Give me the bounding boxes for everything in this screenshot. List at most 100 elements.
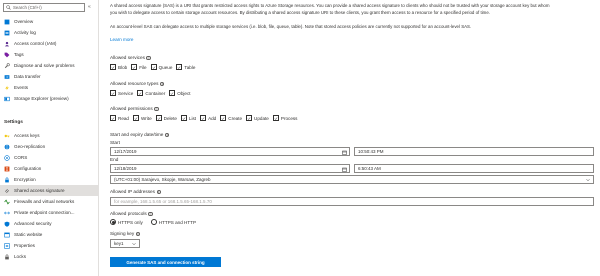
end-date-value: 12/18/2019 (114, 166, 137, 171)
timezone-value: (UTC+01:00) Sarajevo, Skopje, Warsaw, Za… (114, 177, 211, 182)
sidebar-item-cors[interactable]: CORS (0, 152, 98, 163)
checkbox-write[interactable]: Write (132, 115, 152, 121)
allowed-permissions-label: Allowed permissions i (110, 106, 159, 112)
sidebar-item-diagnose[interactable]: Diagnose and solve problems (0, 60, 98, 71)
checkbox-label: Update (254, 115, 269, 121)
sidebar-item-tags[interactable]: Tags (0, 49, 98, 60)
collapse-sidebar-button[interactable]: « (88, 4, 91, 11)
sidebar-item-advanced-security[interactable]: Advanced security (0, 218, 98, 229)
sidebar-item-properties[interactable]: Properties (0, 240, 98, 251)
sidebar-item-geo-replication[interactable]: Geo-replication (0, 141, 98, 152)
checkmark-icon (138, 91, 142, 95)
intro-line-2: you wish to delegate access to certain s… (110, 10, 490, 15)
checkbox-create[interactable]: Create (220, 115, 242, 121)
checkbox-delete[interactable]: Delete (155, 115, 177, 121)
checkbox-label: Process (280, 115, 298, 121)
sidebar-item-access-keys[interactable]: Access keys (0, 130, 98, 141)
checkbox-container[interactable]: Container (137, 90, 165, 96)
sidebar-item-events[interactable]: Events (0, 82, 98, 93)
info-icon[interactable]: i (159, 81, 165, 87)
chevron-down-icon (586, 179, 590, 182)
sidebar-item-access-control[interactable]: Access control (IAM) (0, 38, 98, 49)
data-transfer-icon (4, 74, 10, 79)
info-icon[interactable]: i (146, 55, 151, 61)
sidebar-item-label: Diagnose and solve problems (14, 63, 75, 68)
learn-more-link[interactable]: Learn more (110, 37, 134, 43)
checkbox-label: Blob (118, 64, 128, 70)
sidebar-item-private-endpoint[interactable]: Private endpoint connection... (0, 207, 98, 218)
sidebar-item-encryption[interactable]: Encryption (0, 174, 98, 185)
checkbox-service[interactable]: Service (110, 90, 133, 96)
search-icon (6, 5, 11, 10)
configuration-icon (4, 166, 10, 171)
sidebar-item-label: Encryption (14, 177, 36, 182)
checkmark-icon (111, 91, 115, 95)
sidebar-item-overview[interactable]: Overview (0, 16, 98, 27)
cors-icon (4, 154, 10, 161)
calendar-icon[interactable] (342, 167, 347, 172)
allowed-ip-input[interactable]: for example, 168.1.5.65 or 168.1.5.65-16… (110, 197, 594, 206)
info-icon[interactable]: i (135, 231, 141, 237)
signing-key-label: Signing key i (110, 231, 141, 237)
checkbox-table[interactable]: Table (176, 64, 195, 70)
search-input[interactable]: Search (Ctrl+/) (3, 3, 85, 12)
end-time-field[interactable]: 6:50:43 AM (354, 164, 594, 173)
checkmark-icon (170, 91, 174, 95)
checkbox-blob[interactable]: Blob (110, 64, 127, 70)
sidebar-item-label: Data transfer (14, 74, 41, 79)
allowed-ip-label-text: Allowed IP addresses (110, 189, 155, 194)
checkbox-label: Write (140, 115, 152, 121)
allowed-protocols-label-text: Allowed protocols (110, 211, 147, 216)
checkmark-icon (274, 116, 278, 120)
checkbox-label: Delete (163, 115, 177, 121)
activity-log-icon (4, 30, 10, 35)
allowed-services-label: Allowed services i (110, 55, 151, 61)
sidebar-item-configuration[interactable]: Configuration (0, 163, 98, 174)
checkmark-icon (134, 116, 138, 120)
checkbox-object[interactable]: Object (169, 90, 191, 96)
radio-https-only[interactable]: HTTPS only (110, 219, 143, 225)
checkmark-icon (247, 116, 251, 120)
sidebar-item-label: Configuration (14, 166, 42, 171)
info-icon[interactable]: i (156, 189, 161, 195)
calendar-icon[interactable] (342, 150, 347, 155)
sidebar-item-data-transfer[interactable]: Data transfer (0, 71, 98, 82)
sidebar-item-activity-log[interactable]: Activity log (0, 27, 98, 38)
checkbox-queue[interactable]: Queue (150, 64, 173, 70)
checkbox-file[interactable]: File (131, 64, 147, 70)
end-label: End (110, 157, 119, 162)
start-time-field[interactable]: 10:50:43 PM (354, 147, 594, 156)
sidebar-item-shared-access-signature[interactable]: Shared access signature (0, 185, 98, 196)
sidebar-item-firewalls[interactable]: Firewalls and virtual networks (0, 196, 98, 207)
checkbox-label: Queue (158, 64, 173, 70)
sidebar-item-label: Firewalls and virtual networks (14, 199, 75, 204)
checkbox-label: Container (145, 90, 166, 96)
sidebar-item-static-website[interactable]: Static website (0, 229, 98, 240)
generate-sas-button[interactable]: Generate SAS and connection string (110, 257, 221, 267)
settings-section-header: Settings (4, 120, 23, 125)
start-date-field[interactable]: 12/17/2019 (110, 147, 350, 156)
checkmark-icon (152, 65, 155, 69)
info-icon[interactable]: i (148, 211, 153, 217)
checkbox-update[interactable]: Update (246, 115, 269, 121)
signing-key-dropdown[interactable]: key1 (110, 239, 140, 248)
sidebar-item-storage-explorer[interactable]: Storage Explorer (preview) (0, 93, 98, 104)
timezone-dropdown[interactable]: (UTC+01:00) Sarajevo, Skopje, Warsaw, Za… (110, 175, 594, 184)
allowed-ip-label: Allowed IP addresses i (110, 189, 161, 195)
allowed-protocols-label: Allowed protocols i (110, 211, 153, 217)
checkmark-icon (201, 116, 205, 120)
info-icon[interactable]: i (164, 132, 170, 138)
sidebar: Search (Ctrl+/) « Overview Activity log … (0, 0, 99, 276)
checkbox-label: Service (118, 90, 134, 96)
checkbox-list[interactable]: List (180, 115, 196, 121)
end-date-field[interactable]: 12/18/2019 (110, 164, 350, 173)
radio-https-and-http[interactable]: HTTPS and HTTP (150, 219, 196, 225)
info-icon[interactable]: i (154, 106, 159, 112)
checkbox-read[interactable]: Read (110, 115, 129, 121)
checkbox-add[interactable]: Add (200, 115, 216, 121)
checkbox-label: File (139, 64, 147, 70)
checkbox-process[interactable]: Process (272, 115, 298, 121)
sidebar-item-locks[interactable]: Locks (0, 251, 98, 262)
start-time-value: 10:50:43 PM (358, 149, 384, 154)
shield-icon (4, 221, 10, 227)
